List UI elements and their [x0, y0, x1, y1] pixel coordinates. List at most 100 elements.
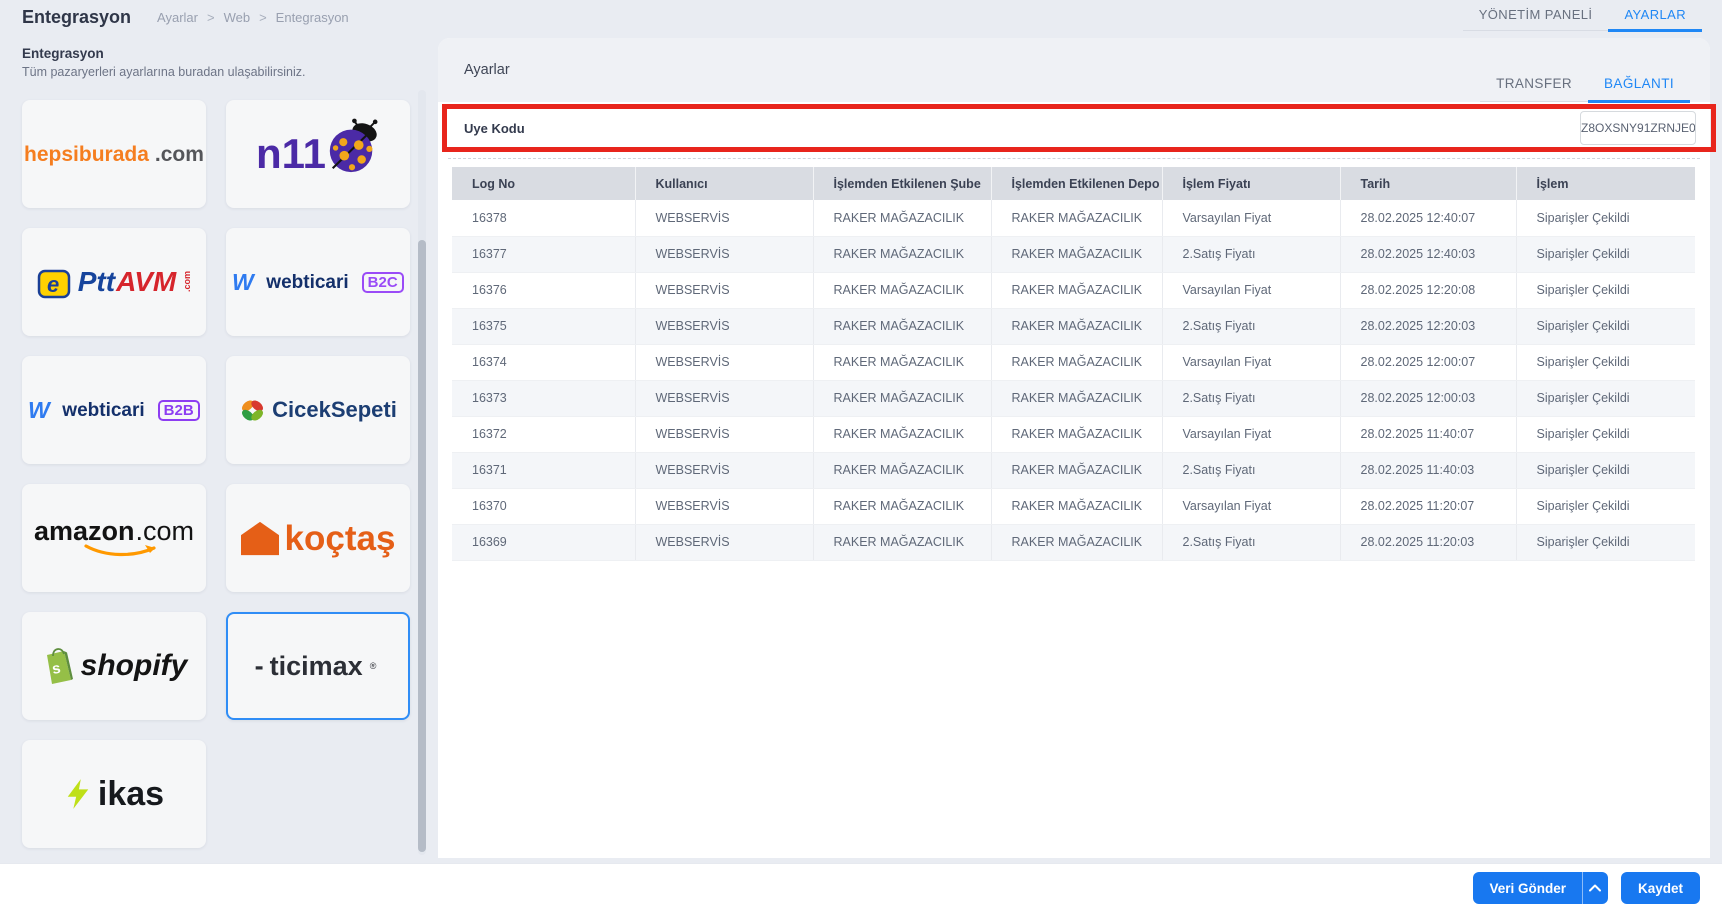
table-cell: 16369	[452, 524, 636, 561]
table-row[interactable]: 16377 WEBSERVİS RAKER MAĞAZACILIK RAKER MAĞ…	[452, 236, 1695, 273]
webticari-w-icon: W	[28, 398, 56, 422]
logo-text: hepsiburada	[24, 142, 149, 166]
logo-text: webticari	[62, 399, 145, 421]
table-cell: WEBSERVİS	[635, 488, 814, 525]
marketplace-card-ciceksepeti[interactable]: CicekSepeti	[226, 356, 410, 464]
marketplace-card-webticari-b2c[interactable]: Wwebticari B2C	[226, 228, 410, 336]
breadcrumb-item[interactable]: Web	[224, 10, 251, 25]
table-cell: Siparişler Çekildi	[1516, 452, 1695, 489]
table-cell: 2.Satış Fiyatı	[1162, 380, 1341, 417]
breadcrumb-separator: >	[259, 9, 267, 25]
table-cell: Siparişler Çekildi	[1516, 344, 1695, 381]
table-row[interactable]: 16375 WEBSERVİS RAKER MAĞAZACILIK RAKER MAĞ…	[452, 308, 1695, 345]
table-cell: Siparişler Çekildi	[1516, 380, 1695, 417]
table-cell: WEBSERVİS	[635, 236, 814, 273]
logo-text: B2B	[157, 399, 200, 421]
table-cell: WEBSERVİS	[635, 380, 814, 417]
logo-text: amazon	[33, 516, 135, 546]
marketplace-card-koctas[interactable]: koçtaş	[226, 484, 410, 592]
table-cell: 28.02.2025 11:20:03	[1340, 524, 1517, 561]
sidebar-intro: Entegrasyon Tüm pazaryerleri ayarlarına …	[22, 46, 305, 79]
log-table-wrap: Log No Kullanıcı İşlemden Etkilenen Şube İş…	[452, 167, 1695, 561]
table-row[interactable]: 16372 WEBSERVİS RAKER MAĞAZACILIK RAKER MAĞ…	[452, 416, 1695, 453]
table-cell: Varsayılan Fiyat	[1162, 488, 1341, 525]
sidebar-scrollbar-track[interactable]	[418, 90, 426, 855]
table-row[interactable]: 16374 WEBSERVİS RAKER MAĞAZACILIK RAKER MAĞ…	[452, 344, 1695, 381]
table-cell: RAKER MAĞAZACILIK	[991, 488, 1163, 525]
marketplace-card-hepsiburada[interactable]: hepsiburada .com	[22, 100, 206, 208]
logo-text: .com	[135, 516, 195, 546]
table-row[interactable]: 16369 WEBSERVİS RAKER MAĞAZACILIK RAKER MAĞ…	[452, 524, 1695, 561]
table-cell: RAKER MAĞAZACILIK	[991, 524, 1163, 561]
page-title: Entegrasyon	[22, 6, 132, 27]
action-footer: Veri Gönder Kaydet	[0, 864, 1722, 912]
send-data-button[interactable]: Veri Gönder	[1473, 872, 1608, 904]
table-cell: RAKER MAĞAZACILIK	[813, 488, 992, 525]
tab-transfer[interactable]: TRANSFER	[1480, 76, 1588, 101]
table-cell: 16371	[452, 452, 636, 489]
marketplace-card-ikas[interactable]: ikas	[22, 740, 206, 848]
sidebar-scrollbar-thumb[interactable]	[418, 240, 426, 852]
table-cell: WEBSERVİS	[635, 452, 814, 489]
top-nav-tabs: YÖNETİM PANELİ AYARLAR	[1462, 0, 1702, 32]
member-code-input[interactable]	[1580, 111, 1696, 145]
tab-ayarlar[interactable]: AYARLAR	[1608, 1, 1702, 32]
table-cell: WEBSERVİS	[635, 524, 814, 561]
logo-text: ®	[369, 660, 377, 671]
table-row[interactable]: 16376 WEBSERVİS RAKER MAĞAZACILIK RAKER MAĞ…	[452, 272, 1695, 309]
sidebar-intro-title: Entegrasyon	[22, 46, 104, 61]
top-bar: Entegrasyon Ayarlar > Web > Entegrasyon YÖNE…	[0, 0, 1722, 34]
table-row[interactable]: 16373 WEBSERVİS RAKER MAĞAZACILIK RAKER MAĞ…	[452, 380, 1695, 417]
table-cell: 2.Satış Fiyatı	[1162, 452, 1341, 489]
table-cell: 16373	[452, 380, 636, 417]
marketplace-card-grid: hepsiburada .com n11 e Ptt AVM .com Wwebticari B…	[22, 100, 410, 848]
table-cell: WEBSERVİS	[635, 308, 814, 345]
tab-yonetim-paneli[interactable]: YÖNETİM PANELİ	[1463, 1, 1609, 30]
table-row[interactable]: 16371 WEBSERVİS RAKER MAĞAZACILIK RAKER MAĞ…	[452, 452, 1695, 489]
marketplace-card-n11[interactable]: n11	[226, 100, 410, 208]
table-cell: RAKER MAĞAZACILIK	[813, 344, 992, 381]
breadcrumb-item[interactable]: Ayarlar	[157, 10, 198, 25]
log-table-header-row: Log No Kullanıcı İşlemden Etkilenen Şube İş…	[452, 167, 1695, 200]
table-cell: 16378	[452, 200, 636, 237]
logo-text: CicekSepeti	[272, 397, 397, 422]
table-cell: 16370	[452, 488, 636, 525]
chevron-up-icon[interactable]	[1581, 872, 1608, 904]
column-header: Log No	[452, 167, 636, 200]
table-cell: Siparişler Çekildi	[1516, 200, 1695, 237]
table-cell: RAKER MAĞAZACILIK	[813, 236, 992, 273]
table-cell: RAKER MAĞAZACILIK	[991, 308, 1163, 345]
table-cell: RAKER MAĞAZACILIK	[813, 272, 992, 309]
column-header: İşlem Fiyatı	[1162, 167, 1341, 200]
table-cell: Siparişler Çekildi	[1516, 236, 1695, 273]
table-cell: 28.02.2025 12:20:08	[1340, 272, 1517, 309]
table-cell: 16374	[452, 344, 636, 381]
logo-text: .com	[182, 271, 193, 293]
column-header: İşlemden Etkilenen Depo	[991, 167, 1163, 200]
svg-text:W: W	[28, 398, 52, 422]
tab-baglanti[interactable]: BAĞLANTI	[1588, 76, 1690, 103]
table-cell: WEBSERVİS	[635, 200, 814, 237]
marketplace-card-webticari-b2b[interactable]: Wwebticari B2B	[22, 356, 206, 464]
table-cell: Siparişler Çekildi	[1516, 308, 1695, 345]
marketplace-card-shopify[interactable]: s shopify	[22, 612, 206, 720]
table-row[interactable]: 16370 WEBSERVİS RAKER MAĞAZACILIK RAKER MAĞ…	[452, 488, 1695, 525]
table-cell: 28.02.2025 11:40:07	[1340, 416, 1517, 453]
table-cell: WEBSERVİS	[635, 344, 814, 381]
eptt-badge-icon: e	[36, 264, 72, 300]
marketplace-card-amazon[interactable]: amazon .com	[22, 484, 206, 592]
table-cell: RAKER MAĞAZACILIK	[991, 272, 1163, 309]
table-cell: 28.02.2025 11:20:07	[1340, 488, 1517, 525]
marketplace-card-pttavm[interactable]: e Ptt AVM .com	[22, 228, 206, 336]
table-row[interactable]: 16378 WEBSERVİS RAKER MAĞAZACILIK RAKER MAĞ…	[452, 200, 1695, 237]
column-header: Tarih	[1340, 167, 1517, 200]
breadcrumb-item[interactable]: Entegrasyon	[276, 10, 349, 25]
table-cell: 28.02.2025 11:40:03	[1340, 452, 1517, 489]
save-button[interactable]: Kaydet	[1620, 872, 1700, 904]
marketplace-card-ticimax[interactable]: - ticimax ®	[226, 612, 410, 720]
log-table: Log No Kullanıcı İşlemden Etkilenen Şube İş…	[452, 167, 1695, 561]
logo-text: n11	[255, 130, 327, 177]
row-divider	[448, 158, 1700, 159]
table-cell: RAKER MAĞAZACILIK	[991, 452, 1163, 489]
table-cell: 16375	[452, 308, 636, 345]
